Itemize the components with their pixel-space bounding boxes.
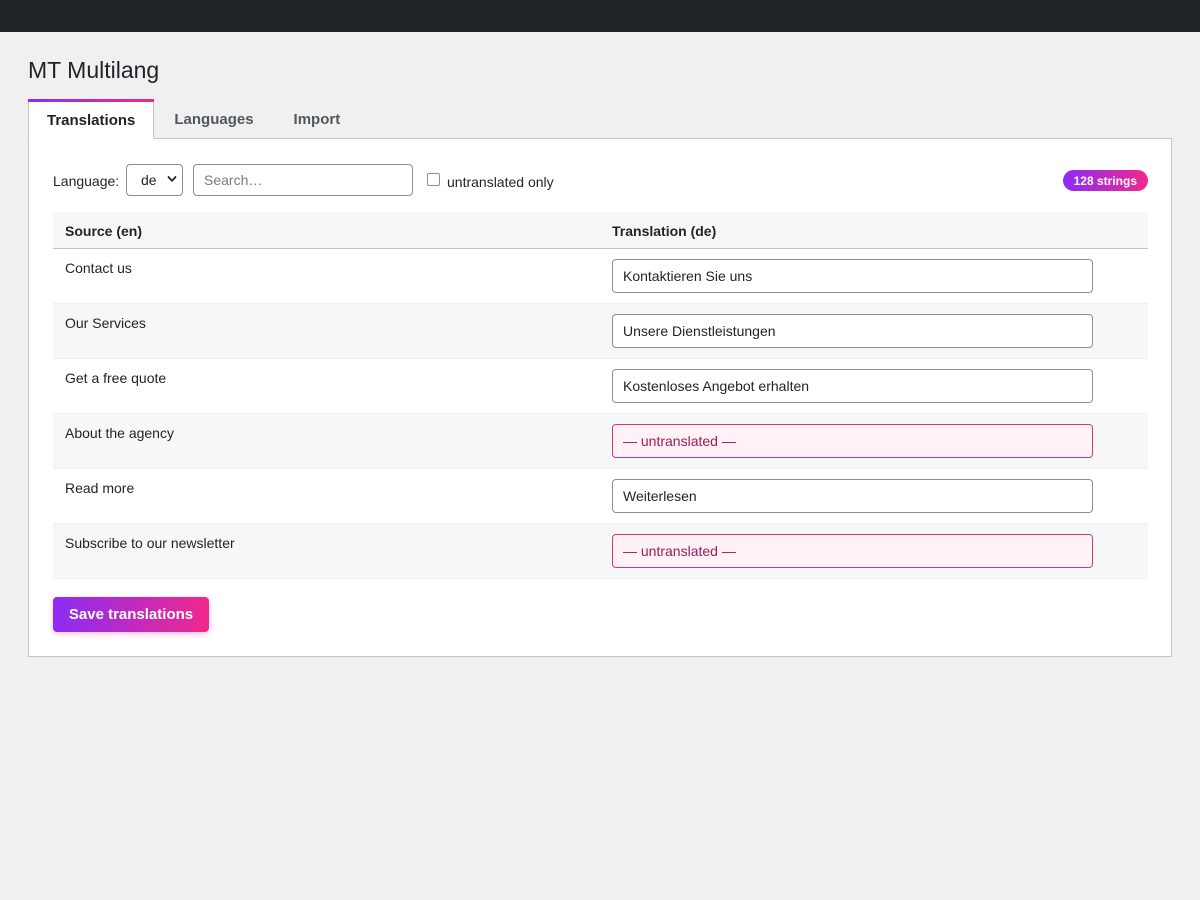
translation-input[interactable]: Weiterlesen [612,479,1093,513]
source-text: Read more [65,480,135,496]
page-title: MT Multilang [28,57,160,83]
table-row: Subscribe to our newsletter — untranslat… [53,524,1148,579]
chevron-down-icon [167,176,177,182]
column-header-source: Source (en) [65,223,143,239]
language-label: Language: [53,173,120,189]
language-select-value: de [141,172,157,188]
untranslated-only-label[interactable]: untranslated only [447,174,554,190]
table-header: Source (en) Translation (de) [53,212,1148,249]
source-text: Get a free quote [65,370,167,386]
source-text: Our Services [65,315,146,331]
table-row: About the agency — untranslated — [53,414,1148,469]
translation-input-untranslated[interactable]: — untranslated — [612,424,1093,458]
tab-import[interactable]: Import [274,99,361,139]
translation-input[interactable]: Kostenloses Angebot erhalten [612,369,1093,403]
table-row: Contact us Kontaktieren Sie uns [53,249,1148,304]
translations-panel: Language: de Search… untranslated only 1… [28,138,1172,657]
translations-table: Source (en) Translation (de) Contact us … [53,212,1148,579]
tab-languages[interactable]: Languages [154,99,273,139]
table-row: Get a free quote Kostenloses Angebot erh… [53,359,1148,414]
language-select[interactable]: de [126,164,183,196]
table-row: Our Services Unsere Dienstleistungen [53,304,1148,359]
translation-input[interactable]: Unsere Dienstleistungen [612,314,1093,348]
table-row: Read more Weiterlesen [53,469,1148,524]
filter-row: Language: de Search… untranslated only 1… [53,163,1148,197]
source-text: Subscribe to our newsletter [65,535,235,551]
tab-translations[interactable]: Translations [28,99,155,139]
untranslated-only-checkbox[interactable] [427,173,440,186]
string-count-badge: 128 strings [1062,170,1148,191]
save-translations-button[interactable]: Save translations [53,597,209,632]
translation-input[interactable]: Kontaktieren Sie uns [612,259,1093,293]
source-text: Contact us [65,260,132,276]
search-input[interactable]: Search… [193,164,413,196]
translation-input-untranslated[interactable]: — untranslated — [612,534,1093,568]
source-text: About the agency [65,425,174,441]
column-header-translation: Translation (de) [612,223,717,239]
tab-bar: Translations Languages Import [28,99,360,139]
admin-top-bar [0,0,1200,32]
